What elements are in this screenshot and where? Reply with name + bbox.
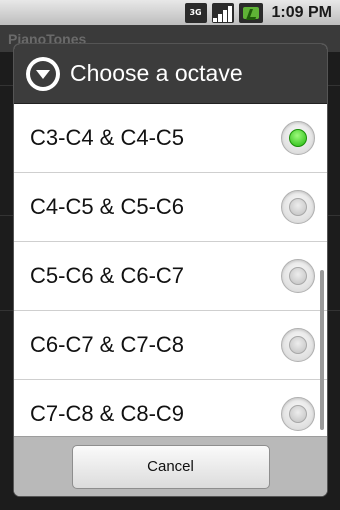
signal-icon [211,2,234,23]
radio-unselected-icon[interactable] [281,190,315,224]
octave-dialog: Choose a octave C3-C4 & C4-C5 C4-C5 & C5… [14,44,327,496]
option-label: C6-C7 & C7-C8 [30,332,185,357]
option-label: C3-C4 & C4-C5 [30,125,185,150]
option-label: C7-C8 & C8-C9 [30,401,185,426]
radio-selected-icon[interactable] [281,121,315,155]
octave-option[interactable]: C6-C7 & C7-C8 [14,311,327,380]
list-scrollbar[interactable] [320,270,324,430]
octave-option[interactable]: C5-C6 & C6-C7 [14,242,327,311]
3g-icon: 3G [184,2,207,23]
dialog-header: Choose a octave [14,44,327,104]
dialog-title: Choose a octave [70,60,243,86]
radio-unselected-icon[interactable] [281,259,315,293]
radio-unselected-icon[interactable] [281,328,315,362]
battery-charging-icon [238,2,263,23]
octave-option[interactable]: C3-C4 & C4-C5 [14,104,327,173]
status-time: 1:09 PM [271,3,332,21]
octave-list[interactable]: C3-C4 & C4-C5 C4-C5 & C5-C6 C5-C6 & C6-C… [14,104,327,436]
octave-option[interactable]: C7-C8 & C8-C9 [14,380,327,436]
cancel-button[interactable]: Cancel [71,444,270,489]
radio-unselected-icon[interactable] [281,397,315,431]
octave-option[interactable]: C4-C5 & C5-C6 [14,173,327,242]
status-bar: 3G 1:09 PM [0,0,340,25]
option-label: C5-C6 & C6-C7 [30,263,185,288]
dropdown-circle-icon [26,56,60,91]
network-type-label: 3G [189,8,202,17]
option-label: C4-C5 & C5-C6 [30,194,185,219]
dialog-footer: Cancel [14,436,327,496]
